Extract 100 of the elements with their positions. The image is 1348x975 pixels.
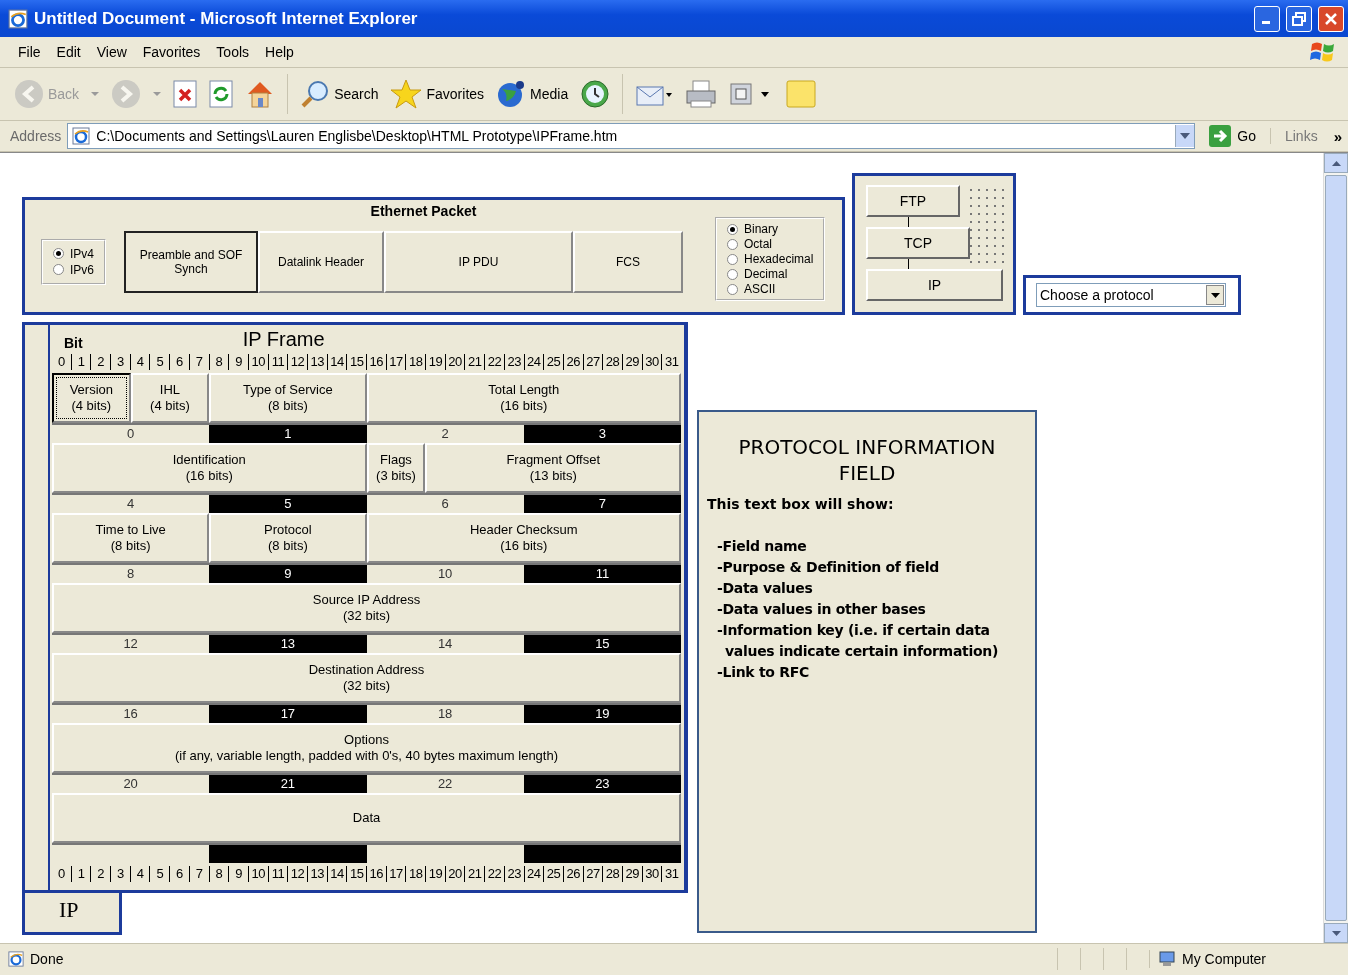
header-field[interactable]: Time to Live (8 bits) bbox=[52, 513, 210, 563]
header-field[interactable]: Destination Address (32 bits) bbox=[52, 653, 681, 703]
bit-number: 13 bbox=[306, 354, 327, 370]
bit-number: 30 bbox=[641, 866, 662, 882]
protocol-dropdown[interactable]: Choose a protocol bbox=[1036, 283, 1226, 307]
header-field[interactable]: Data bbox=[52, 793, 681, 843]
bit-number: 12 bbox=[287, 866, 307, 882]
radio-label: IPv4 bbox=[70, 246, 94, 261]
packet-segment[interactable]: Preamble and SOF Synch bbox=[124, 230, 258, 293]
packet-segment[interactable]: IP PDU bbox=[384, 230, 573, 293]
window-title: Untitled Document - Microsoft Internet Explorer bbox=[34, 8, 419, 29]
radio-button[interactable] bbox=[727, 283, 738, 295]
bit-number: 0 bbox=[56, 866, 66, 882]
bit-number: 16 bbox=[366, 866, 386, 882]
vertical-scrollbar[interactable] bbox=[1323, 153, 1348, 943]
printer-icon bbox=[685, 79, 718, 109]
byte-index-cell: 7 bbox=[523, 493, 681, 513]
more-button[interactable]: » bbox=[1333, 127, 1342, 145]
header-field[interactable]: Source IP Address (32 bits) bbox=[52, 583, 681, 633]
bit-number: 0 bbox=[56, 354, 66, 370]
header-field[interactable]: Protocol (8 bits) bbox=[209, 513, 367, 563]
bit-number: 4 bbox=[129, 354, 150, 370]
bit-number: 7 bbox=[188, 354, 209, 370]
menu-item[interactable]: View bbox=[88, 41, 135, 63]
header-field[interactable]: Version (4 bits) bbox=[52, 373, 131, 423]
bit-number: 24 bbox=[523, 354, 544, 370]
radio-button[interactable] bbox=[53, 264, 64, 275]
menu-item[interactable]: Edit bbox=[48, 41, 89, 63]
minimize-button[interactable] bbox=[1254, 5, 1280, 32]
protocol-button[interactable]: IP bbox=[866, 269, 1003, 301]
bit-number: 23 bbox=[503, 354, 524, 370]
star-icon bbox=[390, 78, 423, 110]
links-label[interactable]: Links bbox=[1269, 128, 1318, 144]
radio-button[interactable] bbox=[727, 238, 738, 250]
bit-number: 24 bbox=[523, 866, 544, 882]
search-icon bbox=[300, 79, 331, 109]
bit-number: 25 bbox=[543, 866, 563, 882]
scroll-up-icon[interactable] bbox=[1324, 153, 1348, 173]
scroll-thumb[interactable] bbox=[1325, 175, 1347, 921]
header-field[interactable]: IHL (4 bits) bbox=[130, 373, 210, 423]
info-list-item: -Purpose & Definition of field bbox=[716, 558, 940, 577]
bit-number: 8 bbox=[208, 354, 229, 370]
menu-item[interactable]: Favorites bbox=[134, 41, 209, 63]
scroll-down-icon[interactable] bbox=[1324, 923, 1348, 943]
media-button[interactable]: Media bbox=[492, 77, 573, 111]
menu-item[interactable]: Help bbox=[257, 41, 302, 63]
bit-number: 8 bbox=[208, 866, 229, 882]
bit-number: 1 bbox=[70, 354, 91, 370]
address-field[interactable]: C:\Documents and Settings\Lauren Englisbe\Desktop\HTML Prototype\IPFrame.htm bbox=[67, 123, 1196, 149]
note-icon bbox=[785, 79, 818, 109]
bit-number: 26 bbox=[562, 354, 583, 370]
panel-title: Ethernet Packet bbox=[369, 203, 478, 219]
header-field[interactable]: Type of Service (8 bits) bbox=[209, 373, 367, 423]
frame-title: IP Frame bbox=[242, 328, 325, 351]
windows-logo-icon bbox=[1310, 40, 1336, 64]
byte-index-cell: 3 bbox=[523, 423, 681, 443]
close-button[interactable] bbox=[1318, 5, 1344, 32]
header-field[interactable]: Total Length (16 bits) bbox=[366, 373, 681, 423]
radio-label: IPv6 bbox=[70, 262, 94, 277]
bit-number: 15 bbox=[346, 354, 366, 370]
menu-item[interactable]: Tools bbox=[208, 41, 258, 63]
bit-number: 12 bbox=[287, 354, 307, 370]
restore-button[interactable] bbox=[1286, 5, 1312, 32]
header-field[interactable]: Flags (3 bits) bbox=[366, 443, 426, 493]
radio-button[interactable] bbox=[727, 223, 738, 235]
favorites-button[interactable]: Favorites bbox=[386, 76, 489, 112]
menu-item[interactable]: File bbox=[10, 41, 49, 63]
globe-icon bbox=[496, 79, 527, 109]
bit-number: 6 bbox=[169, 354, 189, 370]
bit-number: 6 bbox=[169, 866, 189, 882]
byte-index-cell: 13 bbox=[209, 633, 367, 653]
radio-label: Octal bbox=[744, 237, 773, 251]
packet-segment[interactable]: Datalink Header bbox=[258, 230, 384, 293]
packet-segment[interactable]: FCS bbox=[573, 230, 683, 293]
header-field[interactable]: Header Checksum (16 bits) bbox=[366, 513, 681, 563]
bit-number: 22 bbox=[484, 354, 504, 370]
radio-button[interactable] bbox=[53, 248, 64, 259]
bit-number: 4 bbox=[129, 866, 150, 882]
search-button[interactable]: Search bbox=[296, 77, 383, 111]
byte-index-cell: 1 bbox=[209, 423, 367, 443]
byte-index-cell: 17 bbox=[209, 703, 367, 723]
byte-index-cell: 23 bbox=[523, 773, 681, 793]
history-icon bbox=[580, 79, 611, 109]
bit-number: 2 bbox=[90, 866, 111, 882]
header-field[interactable]: Options (if any, variable length, padded with 0's, 40 bytes maximum length) bbox=[52, 723, 681, 773]
radio-button[interactable] bbox=[727, 268, 738, 280]
radio-button[interactable] bbox=[727, 253, 738, 265]
bit-number: 20 bbox=[444, 866, 465, 882]
bit-number: 19 bbox=[425, 354, 445, 370]
go-button[interactable]: Go bbox=[1201, 125, 1264, 147]
radio-label: Hexadecimal bbox=[744, 252, 814, 266]
protocol-button[interactable]: FTP bbox=[866, 185, 960, 217]
protocol-button[interactable]: TCP bbox=[866, 227, 970, 259]
page-icon bbox=[8, 950, 24, 967]
bit-number: 18 bbox=[405, 354, 426, 370]
protocol-tab[interactable]: IP bbox=[22, 893, 122, 935]
header-field[interactable]: Identification (16 bits) bbox=[52, 443, 367, 493]
bit-number: 25 bbox=[543, 354, 563, 370]
header-field[interactable]: Fragment Offset (13 bits) bbox=[425, 443, 681, 493]
bit-number: 2 bbox=[90, 354, 111, 370]
